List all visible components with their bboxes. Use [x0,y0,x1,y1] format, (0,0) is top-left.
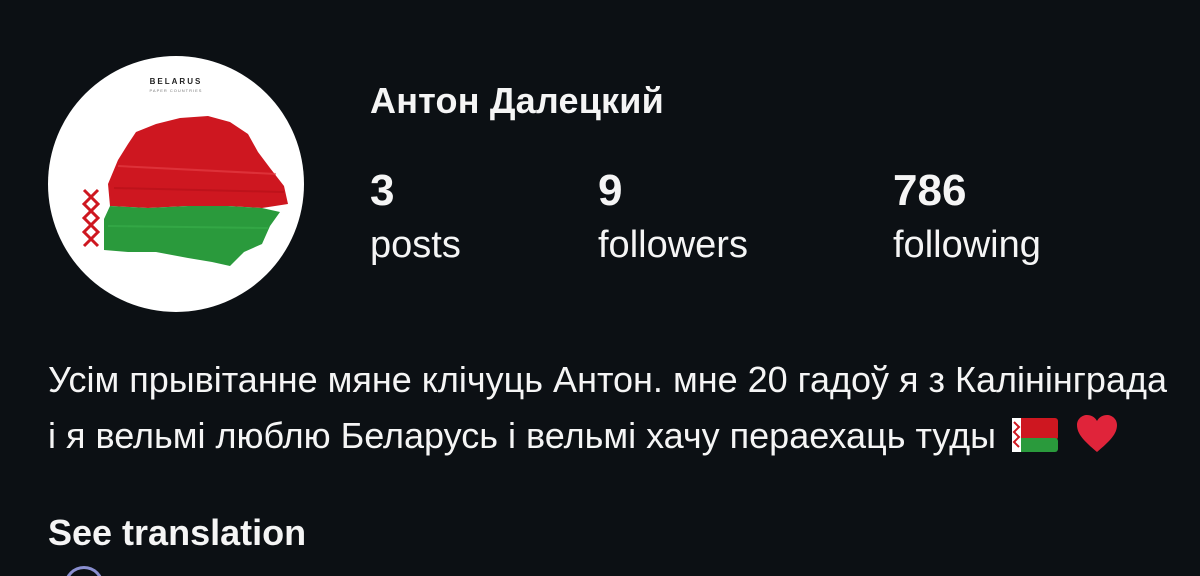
followers-count-value: 9 [598,166,623,215]
posts-count-value: 3 [370,166,395,215]
followers-count[interactable]: 9 followers [598,168,748,270]
posts-count[interactable]: 3 posts [370,168,461,270]
profile-header: BELARUS PAPER COUNTRIES Антон Далецкий 3… [0,0,1200,576]
avatar-caption: BELARUS [150,77,203,86]
link-icon [64,566,104,576]
following-count[interactable]: 786 following [893,168,1041,270]
red-heart-icon [1076,414,1118,470]
see-translation-link[interactable]: See translation [48,512,306,554]
belarus-flag-icon [1012,412,1059,468]
following-count-value: 786 [893,166,967,215]
profile-avatar[interactable]: BELARUS PAPER COUNTRIES [48,56,304,312]
bio-text: Усім прывітанне мяне клічуць Антон. мне … [48,359,1167,456]
profile-username: Антон Далецкий [370,80,664,121]
belarus-map-flag-icon: BELARUS PAPER COUNTRIES [78,77,288,266]
followers-count-label: followers [598,224,748,266]
following-count-label: following [893,224,1041,266]
posts-count-label: posts [370,224,461,266]
profile-bio: Усім прывітанне мяне клічуць Антон. мне … [48,352,1168,470]
avatar-subcaption: PAPER COUNTRIES [150,88,203,93]
